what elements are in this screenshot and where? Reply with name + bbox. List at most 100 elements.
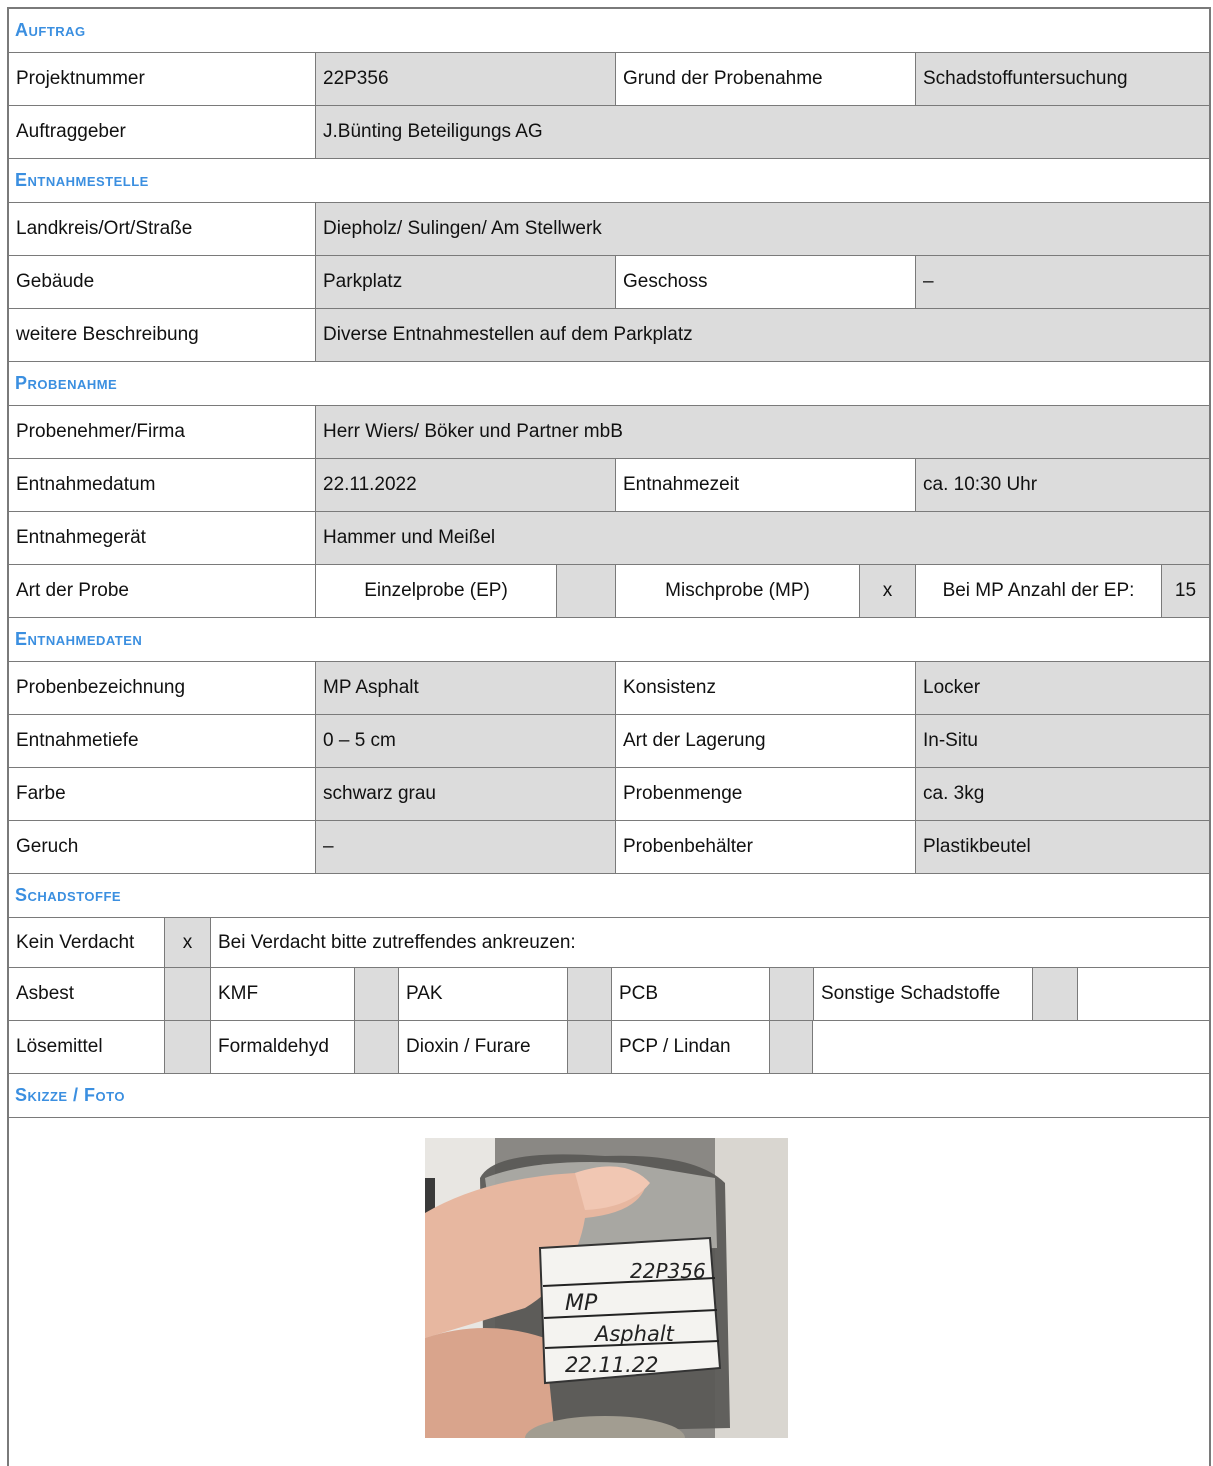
label-pcb: PCB xyxy=(611,968,769,1020)
label-entnahmedatum: Entnahmedatum xyxy=(16,474,156,495)
label-entnahmezeit: Entnahmezeit xyxy=(615,459,915,511)
row-probenbezeichnung: Probenbezeichnung MP Asphalt Konsistenz … xyxy=(9,662,1209,715)
row-entnahmegeraet: Entnahmegerät Hammer und Meißel xyxy=(9,512,1209,565)
value-geruch: – xyxy=(315,821,615,873)
label-formaldehyd: Formaldehyd xyxy=(210,1021,354,1073)
photo-area: 22P356 MP Asphalt 22.11.22 xyxy=(9,1118,1209,1466)
label-gebaeude: Gebäude xyxy=(16,271,95,292)
section-title: Entnahmedaten xyxy=(15,629,143,649)
checkbox-sonstige[interactable] xyxy=(1032,968,1078,1020)
checkbox-dioxin[interactable] xyxy=(567,1021,611,1073)
row-schadstoffe-1: Asbest KMF PAK PCB Sonstige Schadstoffe xyxy=(9,968,1209,1021)
row-probenehmer: Probenehmer/Firma Herr Wiers/ Böker und … xyxy=(9,406,1209,459)
label-probenbezeichnung: Probenbezeichnung xyxy=(16,677,186,698)
row-farbe: Farbe schwarz grau Probenmenge ca. 3kg xyxy=(9,768,1209,821)
label-art-der-probe: Art der Probe xyxy=(16,580,129,601)
sample-bag-illustration: 22P356 MP Asphalt 22.11.22 xyxy=(425,1138,788,1438)
photo-label-line: 22P356 xyxy=(630,1259,706,1283)
label-geruch: Geruch xyxy=(16,836,79,857)
label-probenehmer: Probenehmer/Firma xyxy=(16,421,185,442)
checkbox-pak[interactable] xyxy=(567,968,611,1020)
section-title: Schadstoffe xyxy=(15,885,122,905)
label-ort: Landkreis/Ort/Straße xyxy=(16,218,193,239)
label-dioxin: Dioxin / Furare xyxy=(398,1021,567,1073)
photo-label-line: 22.11.22 xyxy=(565,1353,659,1377)
label-entnahmegeraet: Entnahmegerät xyxy=(16,527,146,548)
checkbox-mischprobe[interactable]: x xyxy=(859,565,915,617)
section-header-probenahme: Probenahme xyxy=(9,362,1209,406)
row-ort: Landkreis/Ort/Straße Diepholz/ Sulingen/… xyxy=(9,203,1209,256)
label-auftraggeber: Auftraggeber xyxy=(16,121,126,142)
label-asbest: Asbest xyxy=(16,983,75,1004)
label-probenmenge: Probenmenge xyxy=(615,768,915,820)
value-farbe: schwarz grau xyxy=(315,768,615,820)
row-geruch: Geruch – Probenbehälter Plastikbeutel xyxy=(9,821,1209,874)
label-mischprobe: Mischprobe (MP) xyxy=(615,565,859,617)
sample-photo: 22P356 MP Asphalt 22.11.22 xyxy=(425,1138,788,1438)
section-title: Probenahme xyxy=(15,373,118,393)
row-beschreibung: weitere Beschreibung Diverse Entnahmeste… xyxy=(9,309,1209,362)
section-title: Entnahmestelle xyxy=(15,170,149,190)
section-header-entnahmestelle: Entnahmestelle xyxy=(9,159,1209,203)
value-auftraggeber: J.Bünting Beteiligungs AG xyxy=(315,106,1209,158)
row-entnahmetiefe: Entnahmetiefe 0 – 5 cm Art der Lagerung … xyxy=(9,715,1209,768)
value-probenbehaelter: Plastikbeutel xyxy=(915,821,1209,873)
row-entnahmedatum: Entnahmedatum 22.11.2022 Entnahmezeit ca… xyxy=(9,459,1209,512)
label-kmf: KMF xyxy=(210,968,354,1020)
checkbox-asbest[interactable] xyxy=(164,968,210,1020)
row-schadstoffe-2: Lösemittel Formaldehyd Dioxin / Furare P… xyxy=(9,1021,1209,1074)
section-title: Auftrag xyxy=(15,20,86,40)
value-probenehmer: Herr Wiers/ Böker und Partner mbB xyxy=(315,406,1209,458)
value-entnahmetiefe: 0 – 5 cm xyxy=(315,715,615,767)
row-kein-verdacht: Kein Verdacht x Bei Verdacht bitte zutre… xyxy=(9,918,1209,968)
checkbox-pcp[interactable] xyxy=(769,1021,813,1073)
checkbox-kmf[interactable] xyxy=(354,968,398,1020)
checkbox-kein-verdacht[interactable]: x xyxy=(164,918,210,967)
photo-label-line: MP xyxy=(565,1291,598,1316)
value-konsistenz: Locker xyxy=(915,662,1209,714)
sampling-protocol: Auftrag Projektnummer 22P356 Grund der P… xyxy=(7,7,1211,1466)
checkbox-pcb[interactable] xyxy=(769,968,813,1020)
value-gebaeude: Parkplatz xyxy=(315,256,615,308)
row-projektnummer: Projektnummer 22P356 Grund der Probenahm… xyxy=(9,53,1209,106)
value-entnahmegeraet: Hammer und Meißel xyxy=(315,512,1209,564)
label-pak: PAK xyxy=(398,968,567,1020)
label-lagerung: Art der Lagerung xyxy=(615,715,915,767)
value-probenbezeichnung: MP Asphalt xyxy=(315,662,615,714)
label-probenbehaelter: Probenbehälter xyxy=(615,821,915,873)
hint-verdacht: Bei Verdacht bitte zutreffendes ankreuze… xyxy=(210,918,1209,967)
label-grund: Grund der Probenahme xyxy=(615,53,915,105)
label-pcp: PCP / Lindan xyxy=(611,1021,769,1073)
label-farbe: Farbe xyxy=(16,783,66,804)
section-header-entnahmedaten: Entnahmedaten xyxy=(9,618,1209,662)
checkbox-formaldehyd[interactable] xyxy=(354,1021,398,1073)
value-beschreibung: Diverse Entnahmestellen auf dem Parkplat… xyxy=(315,309,1209,361)
checkbox-loesemittel[interactable] xyxy=(164,1021,210,1073)
label-loesemittel: Lösemittel xyxy=(16,1036,103,1057)
label-beschreibung: weitere Beschreibung xyxy=(16,324,199,345)
label-projektnummer: Projektnummer xyxy=(16,68,145,89)
label-einzelprobe: Einzelprobe (EP) xyxy=(315,565,556,617)
row-gebaeude: Gebäude Parkplatz Geschoss – xyxy=(9,256,1209,309)
value-probenmenge: ca. 3kg xyxy=(915,768,1209,820)
label-sonstige: Sonstige Schadstoffe xyxy=(813,968,1032,1020)
checkbox-einzelprobe[interactable] xyxy=(556,565,615,617)
value-entnahmezeit: ca. 10:30 Uhr xyxy=(915,459,1209,511)
value-ort: Diepholz/ Sulingen/ Am Stellwerk xyxy=(315,203,1209,255)
value-geschoss: – xyxy=(915,256,1209,308)
value-entnahmedatum: 22.11.2022 xyxy=(315,459,615,511)
section-title: Skizze / Foto xyxy=(15,1085,125,1105)
value-lagerung: In-Situ xyxy=(915,715,1209,767)
value-grund: Schadstoffuntersuchung xyxy=(915,53,1209,105)
value-projektnummer: 22P356 xyxy=(315,53,615,105)
section-header-schadstoffe: Schadstoffe xyxy=(9,874,1209,918)
label-entnahmetiefe: Entnahmetiefe xyxy=(16,730,139,751)
section-header-skizze: Skizze / Foto xyxy=(9,1074,1209,1118)
label-konsistenz: Konsistenz xyxy=(615,662,915,714)
row-auftraggeber: Auftraggeber J.Bünting Beteiligungs AG xyxy=(9,106,1209,159)
label-anzahl-ep: Bei MP Anzahl der EP: xyxy=(915,565,1161,617)
value-anzahl-ep: 15 xyxy=(1161,565,1209,617)
photo-label-line: Asphalt xyxy=(593,1322,675,1346)
row-art-der-probe: Art der Probe Einzelprobe (EP) Mischprob… xyxy=(9,565,1209,618)
section-header-auftrag: Auftrag xyxy=(9,9,1209,53)
